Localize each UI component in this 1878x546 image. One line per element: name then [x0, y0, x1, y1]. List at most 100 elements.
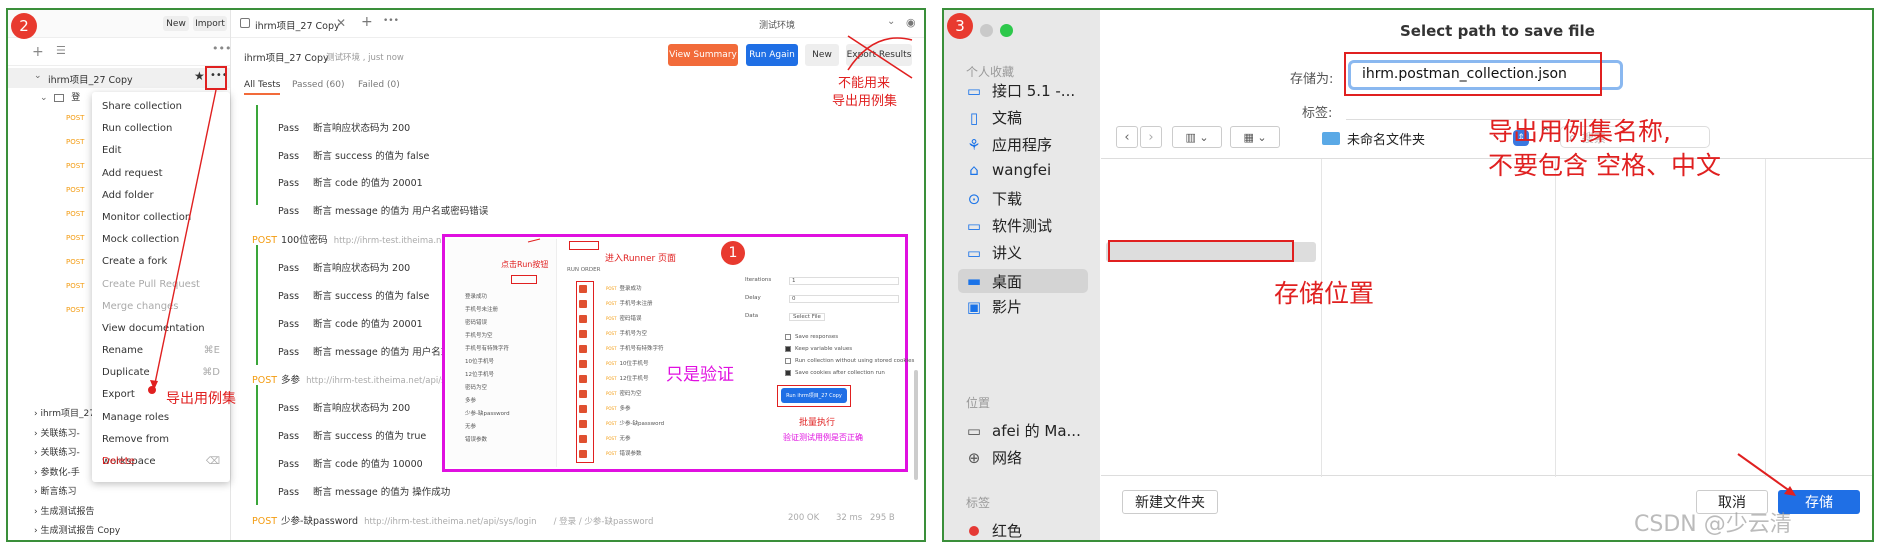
inset-run-button[interactable]: Run ihrm项目_27 Copy [781, 388, 847, 403]
checkbox-icon[interactable] [579, 404, 587, 413]
checkbox-icon[interactable] [579, 389, 587, 398]
menu-item[interactable]: Create a fork [92, 251, 230, 273]
menu-item[interactable]: Rename ⌘E [92, 340, 230, 362]
inset-select-file-button[interactable]: Select File [789, 313, 825, 321]
folder-row[interactable]: ⌄ 登 [40, 90, 100, 107]
inset-run-item[interactable]: POST 手机号未注册 [579, 298, 719, 313]
menu-item[interactable]: Remove from workspace [92, 429, 230, 467]
checkbox-icon[interactable] [785, 369, 791, 376]
chevron-down-icon[interactable]: ⌄ [887, 16, 895, 27]
results-scrollbar[interactable] [914, 370, 918, 480]
menu-item[interactable]: Duplicate ⌘D [92, 362, 230, 384]
menu-item[interactable]: Run collection [92, 118, 230, 140]
inset-delay-input[interactable]: 0 [789, 295, 899, 303]
checkbox-icon[interactable] [579, 299, 587, 308]
window-zoom-button[interactable] [1000, 24, 1013, 37]
runner-title: ihrm项目_27 Copy [244, 53, 329, 64]
inset-option[interactable]: Keep variable values [745, 343, 905, 355]
tab-all-tests[interactable]: All Tests [244, 80, 281, 95]
request-row[interactable]: POST 多参 http://ihrm-test.itheima.net/api/s… [252, 372, 465, 386]
list-item[interactable]: › 生成测试报告 Copy [34, 523, 234, 540]
collection-row[interactable]: ⌄ ihrm项目_27 Copy ★ ••• [8, 68, 230, 88]
sidebar-item[interactable]: ⚘ 应用程序 [964, 134, 1052, 155]
filter-icon[interactable]: ☰ [56, 44, 66, 57]
menu-item[interactable]: Mock collection [92, 229, 230, 251]
tag-red[interactable]: 红色 [964, 520, 1022, 540]
locations-header: 位置 [966, 396, 991, 410]
filename-input[interactable]: ihrm.postman_collection.json [1362, 66, 1567, 82]
sidebar-item[interactable]: ⊕ 网络 [964, 447, 1022, 468]
run-again-button[interactable]: Run Again [746, 44, 798, 66]
inset-option[interactable]: Run collection without using stored cook… [745, 355, 914, 367]
inset-option[interactable]: Save cookies after collection run [745, 367, 905, 379]
inset-run-item[interactable]: POST 密码为空 [579, 388, 719, 403]
tab-runner[interactable]: ihrm项目_27 Copy [255, 18, 340, 32]
sidebar-item[interactable]: ▬ 桌面 [958, 269, 1088, 293]
close-icon[interactable]: ✕ [336, 16, 346, 30]
inset-run-item[interactable]: POST 登录成功 [579, 283, 719, 298]
checkbox-icon[interactable] [579, 434, 587, 443]
menu-item[interactable]: Add request [92, 163, 230, 185]
inset-option[interactable]: Save responses [745, 331, 905, 343]
checkbox-icon[interactable] [579, 449, 587, 458]
view-summary-button[interactable]: View Summary [668, 44, 738, 66]
checkbox-icon[interactable] [785, 333, 791, 340]
inset-run-item[interactable]: POST 错误参数 [579, 448, 719, 463]
new-folder-button[interactable]: 新建文件夹 [1122, 490, 1218, 514]
menu-item[interactable]: Add folder [92, 185, 230, 207]
menu-item[interactable]: Edit [92, 140, 230, 162]
sidebar-item[interactable]: ▭ afei 的 Ma... [964, 420, 1081, 441]
inset-run-item[interactable]: POST 多参 [579, 403, 719, 418]
checkbox-icon[interactable] [579, 359, 587, 368]
column-view-button[interactable]: ▥ ⌄ [1172, 126, 1222, 148]
test-result-row: Pass 断言响应状态码为 200 [278, 403, 411, 414]
inset-run-item[interactable]: POST 无参 [579, 433, 719, 448]
group-view-button[interactable]: ▦ ⌄ [1230, 126, 1280, 148]
list-item[interactable]: › 断言练习 [34, 484, 234, 504]
add-tab-icon[interactable]: + [361, 14, 373, 30]
checkbox-icon[interactable] [579, 284, 587, 293]
window-close-button[interactable] [980, 24, 993, 37]
inset-run-item[interactable]: POST 少参-缺password [579, 418, 719, 433]
new-button[interactable]: New [163, 16, 189, 31]
menu-item[interactable]: Share collection [92, 96, 230, 118]
new-button[interactable]: New [805, 44, 839, 66]
sidebar-item[interactable]: ⊙ 下载 [964, 188, 1022, 209]
sidebar-item[interactable]: ▭ 讲义 [964, 242, 1022, 263]
checkbox-icon[interactable] [579, 329, 587, 338]
checkbox-icon[interactable] [785, 357, 791, 364]
tab-passed[interactable]: Passed (60) [292, 80, 345, 90]
back-button[interactable]: ‹ [1116, 126, 1138, 148]
inset-run-item[interactable]: POST 手机号为空 [579, 328, 719, 343]
sidebar-item[interactable]: ⌂ wangfei [964, 161, 1051, 179]
checkbox-icon[interactable] [785, 345, 791, 352]
menu-item[interactable]: View documentation [92, 318, 230, 340]
sidebar-item[interactable]: ▭ 接口 5.1 -... [964, 80, 1075, 101]
checkbox-icon[interactable] [579, 344, 587, 353]
menu-item: Merge changes [92, 296, 230, 318]
request-row[interactable]: POST 少参-缺password http://ihrm-test.itheima… [252, 513, 902, 527]
add-icon[interactable]: + [32, 44, 44, 60]
forward-button[interactable]: › [1140, 126, 1162, 148]
inset-iterations-input[interactable]: 1 [789, 277, 899, 285]
checkbox-icon[interactable] [579, 314, 587, 323]
more-icon[interactable]: ••• [212, 42, 231, 55]
menu-item[interactable]: Delete ⌫ [92, 451, 230, 473]
environment-select[interactable]: 测试环境 [759, 18, 795, 31]
list-item[interactable]: › 生成测试报告 [34, 504, 234, 524]
request-row[interactable]: POST 100位密码 http://ihrm-test.itheima.net/a… [252, 232, 469, 246]
menu-item[interactable]: Manage roles [92, 407, 230, 429]
more-tabs-icon[interactable]: ••• [383, 16, 399, 26]
star-icon[interactable]: ★ [194, 69, 205, 83]
sidebar-item[interactable]: ▭ 软件测试 [964, 215, 1052, 236]
import-button[interactable]: Import [193, 16, 227, 31]
menu-item[interactable]: Monitor collection [92, 207, 230, 229]
checkbox-icon[interactable] [579, 419, 587, 428]
inset-run-item[interactable]: POST 手机号有特殊字符 [579, 343, 719, 358]
checkbox-icon[interactable] [579, 374, 587, 383]
eye-icon[interactable]: ◉ [906, 16, 916, 29]
tab-failed[interactable]: Failed (0) [358, 80, 400, 90]
sidebar-item[interactable]: ▣ 影片 [964, 296, 1022, 317]
inset-run-item[interactable]: POST 密码错误 [579, 313, 719, 328]
sidebar-item[interactable]: ▯ 文稿 [964, 107, 1022, 128]
